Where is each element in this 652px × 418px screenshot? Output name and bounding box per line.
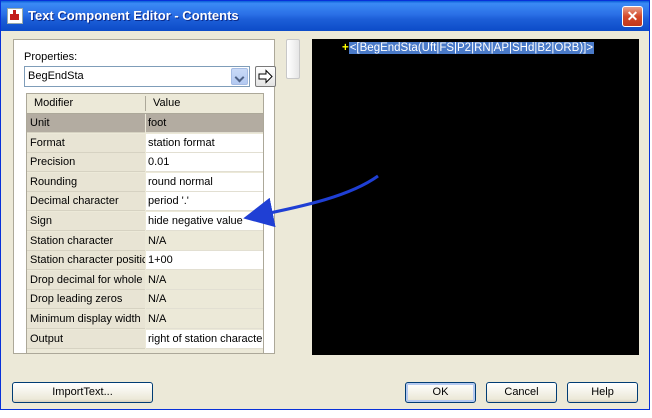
app-icon <box>7 8 23 24</box>
modifier-cell[interactable]: Precision <box>27 153 145 173</box>
table-row[interactable]: Drop leading zeros N/A <box>27 290 263 310</box>
chevron-down-icon[interactable] <box>231 68 248 85</box>
grid-header: Modifier Value <box>27 94 263 114</box>
modifier-cell[interactable]: Minimum display width <box>27 310 145 329</box>
value-cell[interactable]: right of station characte <box>146 329 263 349</box>
table-row[interactable]: Unit foot <box>27 114 263 134</box>
table-row[interactable]: Sign hide negative value <box>27 212 263 232</box>
value-cell[interactable]: station format <box>146 133 263 153</box>
table-row[interactable]: Station character N/A <box>27 231 263 252</box>
modifier-cell[interactable]: Decimal character <box>27 192 145 212</box>
modifier-cell[interactable]: Format <box>27 133 145 153</box>
value-cell[interactable]: N/A <box>146 270 263 290</box>
import-text-button[interactable]: ImportText... <box>12 382 153 403</box>
preview-text[interactable]: +<[BegEndSta(Uft|FS|P2|RN|AP|SHd|B2|ORB)… <box>342 42 595 54</box>
table-row[interactable]: Precision 0.01 <box>27 153 263 173</box>
table-row[interactable]: Output right of station characte <box>27 329 263 350</box>
value-cell[interactable]: N/A <box>146 310 263 329</box>
close-button[interactable]: ✕ <box>622 6 643 27</box>
properties-grid: Modifier Value Unit foot Format station for… <box>26 93 264 354</box>
preview-caret: + <box>342 42 349 54</box>
value-cell[interactable]: 1+00 <box>146 251 263 271</box>
arrow-right-icon <box>258 69 273 84</box>
modifier-cell[interactable]: Drop decimal for whole r <box>27 270 145 290</box>
insert-property-button[interactable] <box>255 66 276 87</box>
properties-label: Properties: <box>24 51 78 63</box>
preview-expression[interactable]: <[BegEndSta(Uft|FS|P2|RN|AP|SHd|B2|ORB)]… <box>348 42 595 54</box>
preview-scrollbar[interactable] <box>286 39 300 79</box>
help-button[interactable]: Help <box>567 382 638 403</box>
table-row[interactable]: Rounding round normal <box>27 172 263 193</box>
modifier-cell[interactable]: Output <box>27 329 145 349</box>
value-cell[interactable]: hide negative value <box>146 212 263 231</box>
value-cell[interactable]: 0.01 <box>146 153 263 173</box>
value-cell[interactable]: N/A <box>146 231 263 251</box>
value-cell[interactable]: foot <box>146 114 263 133</box>
table-row[interactable]: Station character positic 1+00 <box>27 251 263 271</box>
modifier-cell[interactable]: Rounding <box>27 172 145 192</box>
column-divider[interactable] <box>145 96 146 111</box>
value-cell[interactable]: round normal <box>146 172 263 192</box>
title-bar[interactable]: Text Component Editor - Contents ✕ <box>1 1 649 31</box>
modifier-cell[interactable]: Unit <box>27 114 145 133</box>
ok-button[interactable]: OK <box>405 382 476 403</box>
modifier-cell[interactable]: Drop leading zeros <box>27 290 145 310</box>
table-row[interactable]: Decimal character period '.' <box>27 192 263 212</box>
close-icon: ✕ <box>626 8 639 24</box>
dialog-window: Text Component Editor - Contents ✕ Prope… <box>0 0 650 410</box>
text-preview-area[interactable]: +<[BegEndSta(Uft|FS|P2|RN|AP|SHd|B2|ORB)… <box>312 39 639 355</box>
value-cell[interactable]: N/A <box>146 290 263 310</box>
modifier-cell[interactable]: Station character <box>27 231 145 251</box>
properties-panel: Properties: BegEndSta Modifier Value Uni… <box>13 39 276 354</box>
table-row[interactable]: Minimum display width N/A <box>27 310 263 330</box>
modifier-cell[interactable]: Station character positic <box>27 251 145 271</box>
properties-dropdown[interactable]: BegEndSta <box>24 66 250 87</box>
column-header-value[interactable]: Value <box>153 97 180 109</box>
value-cell[interactable]: period '.' <box>146 192 263 212</box>
column-header-modifier[interactable]: Modifier <box>34 97 73 109</box>
properties-dropdown-value: BegEndSta <box>28 70 84 82</box>
table-row[interactable]: Drop decimal for whole r N/A <box>27 270 263 291</box>
modifier-cell[interactable]: Sign <box>27 212 145 231</box>
cancel-button[interactable]: Cancel <box>486 382 557 403</box>
window-title: Text Component Editor - Contents <box>28 8 239 23</box>
table-row[interactable]: Format station format <box>27 133 263 154</box>
